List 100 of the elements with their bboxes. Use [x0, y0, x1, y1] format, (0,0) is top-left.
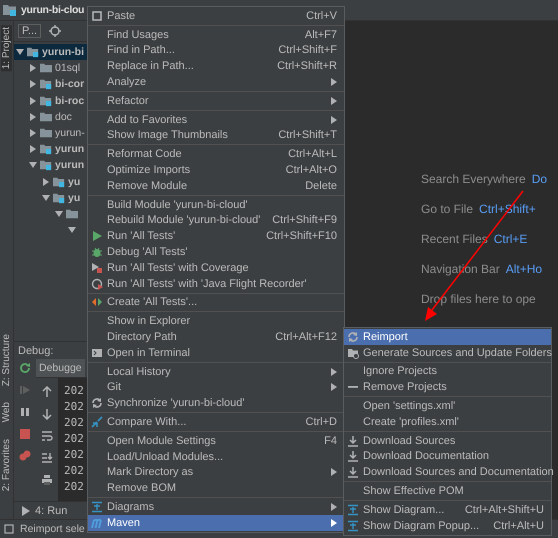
menu-item[interactable]: Run 'All Tests' with Coverage [88, 260, 344, 276]
menu-item[interactable]: Remove Module Delete [88, 178, 344, 194]
tool-window-tab[interactable]: 2: Favorites [1, 436, 12, 493]
menu-item[interactable]: Ignore Projects [344, 364, 551, 380]
menu-item[interactable]: Run 'All Tests' Ctrl+Shift+F10 [88, 228, 344, 244]
up-arrow-icon[interactable] [41, 386, 53, 398]
module-folder-icon [27, 46, 39, 58]
download-icon [347, 434, 359, 447]
menu-item[interactable]: Reimport [344, 329, 551, 345]
menu-item[interactable]: Optimize Imports Ctrl+Alt+O [88, 162, 344, 178]
tree-item[interactable]: yurun-bi [42, 46, 84, 58]
collapse-arrow-icon[interactable] [55, 210, 63, 218]
menu-item[interactable]: Open 'settings.xml' [344, 398, 551, 414]
expand-arrow-icon[interactable] [42, 178, 50, 186]
coverage-icon [91, 262, 103, 274]
refresh-icon [91, 397, 103, 410]
compare-icon [91, 416, 103, 428]
menu-item[interactable]: Maven [88, 514, 344, 531]
diagram-icon [91, 501, 103, 513]
status-text: Reimport sele [20, 523, 85, 535]
module-folder-icon [40, 78, 52, 90]
menu-item[interactable]: Mark Directory as [88, 464, 344, 480]
menu-item[interactable]: Download Documentation [344, 448, 551, 464]
collapse-arrow-icon[interactable] [42, 194, 50, 202]
menu-item[interactable]: Find in Path... Ctrl+Shift+F [88, 42, 344, 58]
menu-item[interactable]: Diagrams [88, 499, 344, 515]
menu-item[interactable]: Rebuild Module 'yurun-bi-cloud' Ctrl+Shift+F9 [88, 212, 344, 228]
collapse-arrow-icon[interactable] [68, 226, 76, 234]
menu-item[interactable]: Download Sources [344, 432, 551, 449]
stop-icon[interactable] [19, 428, 31, 440]
tree-item[interactable]: yurun- [55, 127, 85, 140]
menu-item[interactable]: Run 'All Tests' with 'Java Flight Recorder' [88, 276, 344, 292]
log-line: 202 [64, 448, 84, 463]
print-icon[interactable] [41, 474, 53, 486]
tree-item[interactable]: yurun [55, 143, 84, 156]
menu-item[interactable]: Local History [88, 364, 344, 380]
menu-item[interactable]: Add to Favorites [88, 112, 344, 128]
menu-item[interactable]: Compare With... Ctrl+D [88, 414, 344, 430]
menu-item[interactable]: Directory Path Ctrl+Alt+F12 [88, 329, 344, 345]
down-arrow-icon[interactable] [41, 408, 53, 420]
menu-item[interactable]: Show in Explorer [88, 313, 344, 330]
expand-arrow-icon[interactable] [29, 145, 37, 154]
menu-item[interactable]: Open in Terminal [88, 344, 344, 361]
expand-arrow-icon[interactable] [29, 64, 37, 72]
menu-item[interactable]: Git [88, 380, 344, 396]
expand-arrow-icon[interactable] [29, 129, 37, 138]
menu-item[interactable]: Refactor [88, 92, 344, 109]
expand-arrow-icon[interactable] [29, 80, 37, 88]
tree-item[interactable]: yu [68, 192, 80, 204]
menu-item[interactable]: Download Sources and Documentation [344, 464, 551, 480]
menu-item[interactable]: Replace in Path... Ctrl+Shift+R [88, 58, 344, 74]
locate-icon[interactable] [49, 25, 62, 37]
menu-item[interactable]: Generate Sources and Update Folders [344, 344, 551, 361]
debugger-tab[interactable]: Debugge [36, 359, 85, 377]
tool-window-tab[interactable]: Z: Structure [1, 332, 12, 388]
soft-wrap-icon[interactable] [41, 430, 53, 442]
gauge-icon [91, 278, 103, 290]
run-tab[interactable]: 4: Run [18, 504, 70, 516]
run-icon [21, 506, 31, 516]
run-icon [91, 230, 103, 242]
menu-item[interactable]: Open Module Settings F4 [88, 432, 344, 449]
menu-item[interactable]: Synchronize 'yurun-bi-cloud' [88, 395, 344, 412]
menu-item[interactable]: Reformat Code Ctrl+Alt+L [88, 146, 344, 162]
menu-item[interactable]: Show Diagram Popup... Ctrl+Alt+U [344, 518, 551, 534]
tree-item[interactable]: bi-roc [55, 94, 84, 107]
tree-item[interactable]: bi-cor [55, 78, 84, 90]
tree-item[interactable]: yu [68, 176, 80, 188]
status-icon[interactable] [4, 524, 14, 534]
menu-item[interactable]: Show Image Thumbnails Ctrl+Shift+T [88, 128, 344, 144]
menu-item[interactable]: Show Diagram... Ctrl+Alt+Shift+U [344, 502, 551, 518]
menu-item[interactable]: Remove BOM [88, 480, 344, 496]
pause-icon[interactable] [19, 406, 31, 418]
terminal-icon [91, 346, 103, 359]
menu-item[interactable]: Remove Projects [344, 379, 551, 396]
clipboard-icon [91, 10, 103, 22]
expand-arrow-icon[interactable] [29, 112, 37, 121]
menu-item[interactable]: Paste Ctrl+V [88, 8, 344, 24]
menu-item[interactable]: Find Usages Alt+F7 [88, 26, 344, 43]
mute-breakpoints-icon[interactable] [19, 450, 31, 462]
tool-window-tab[interactable]: 1: Project [1, 25, 12, 72]
collapse-arrow-icon[interactable] [16, 48, 24, 56]
menu-item[interactable]: Debug 'All Tests' [88, 244, 344, 260]
refresh-icon [347, 330, 359, 343]
view-selector[interactable]: P... [18, 24, 42, 38]
tree-item[interactable]: doc [55, 110, 72, 123]
menu-item[interactable]: Analyze [88, 74, 344, 90]
scroll-to-end-icon[interactable] [41, 452, 53, 464]
rerun-icon[interactable] [19, 362, 31, 374]
code-arrows-icon [91, 296, 103, 308]
tool-window-tab[interactable]: Web [1, 400, 12, 425]
tree-item[interactable]: yurun [55, 159, 84, 172]
menu-item[interactable]: Show Effective POM [344, 483, 551, 499]
menu-item[interactable]: Build Module 'yurun-bi-cloud' [88, 196, 344, 213]
menu-item[interactable]: Load/Unload Modules... [88, 448, 344, 465]
collapse-arrow-icon[interactable] [29, 161, 37, 170]
tree-item[interactable]: 01sql [55, 62, 80, 74]
debug-panel-title: Debug: [18, 344, 54, 356]
expand-arrow-icon[interactable] [29, 96, 37, 105]
menu-item[interactable]: Create 'profiles.xml' [344, 414, 551, 430]
menu-item[interactable]: Create 'All Tests'... [88, 294, 344, 310]
